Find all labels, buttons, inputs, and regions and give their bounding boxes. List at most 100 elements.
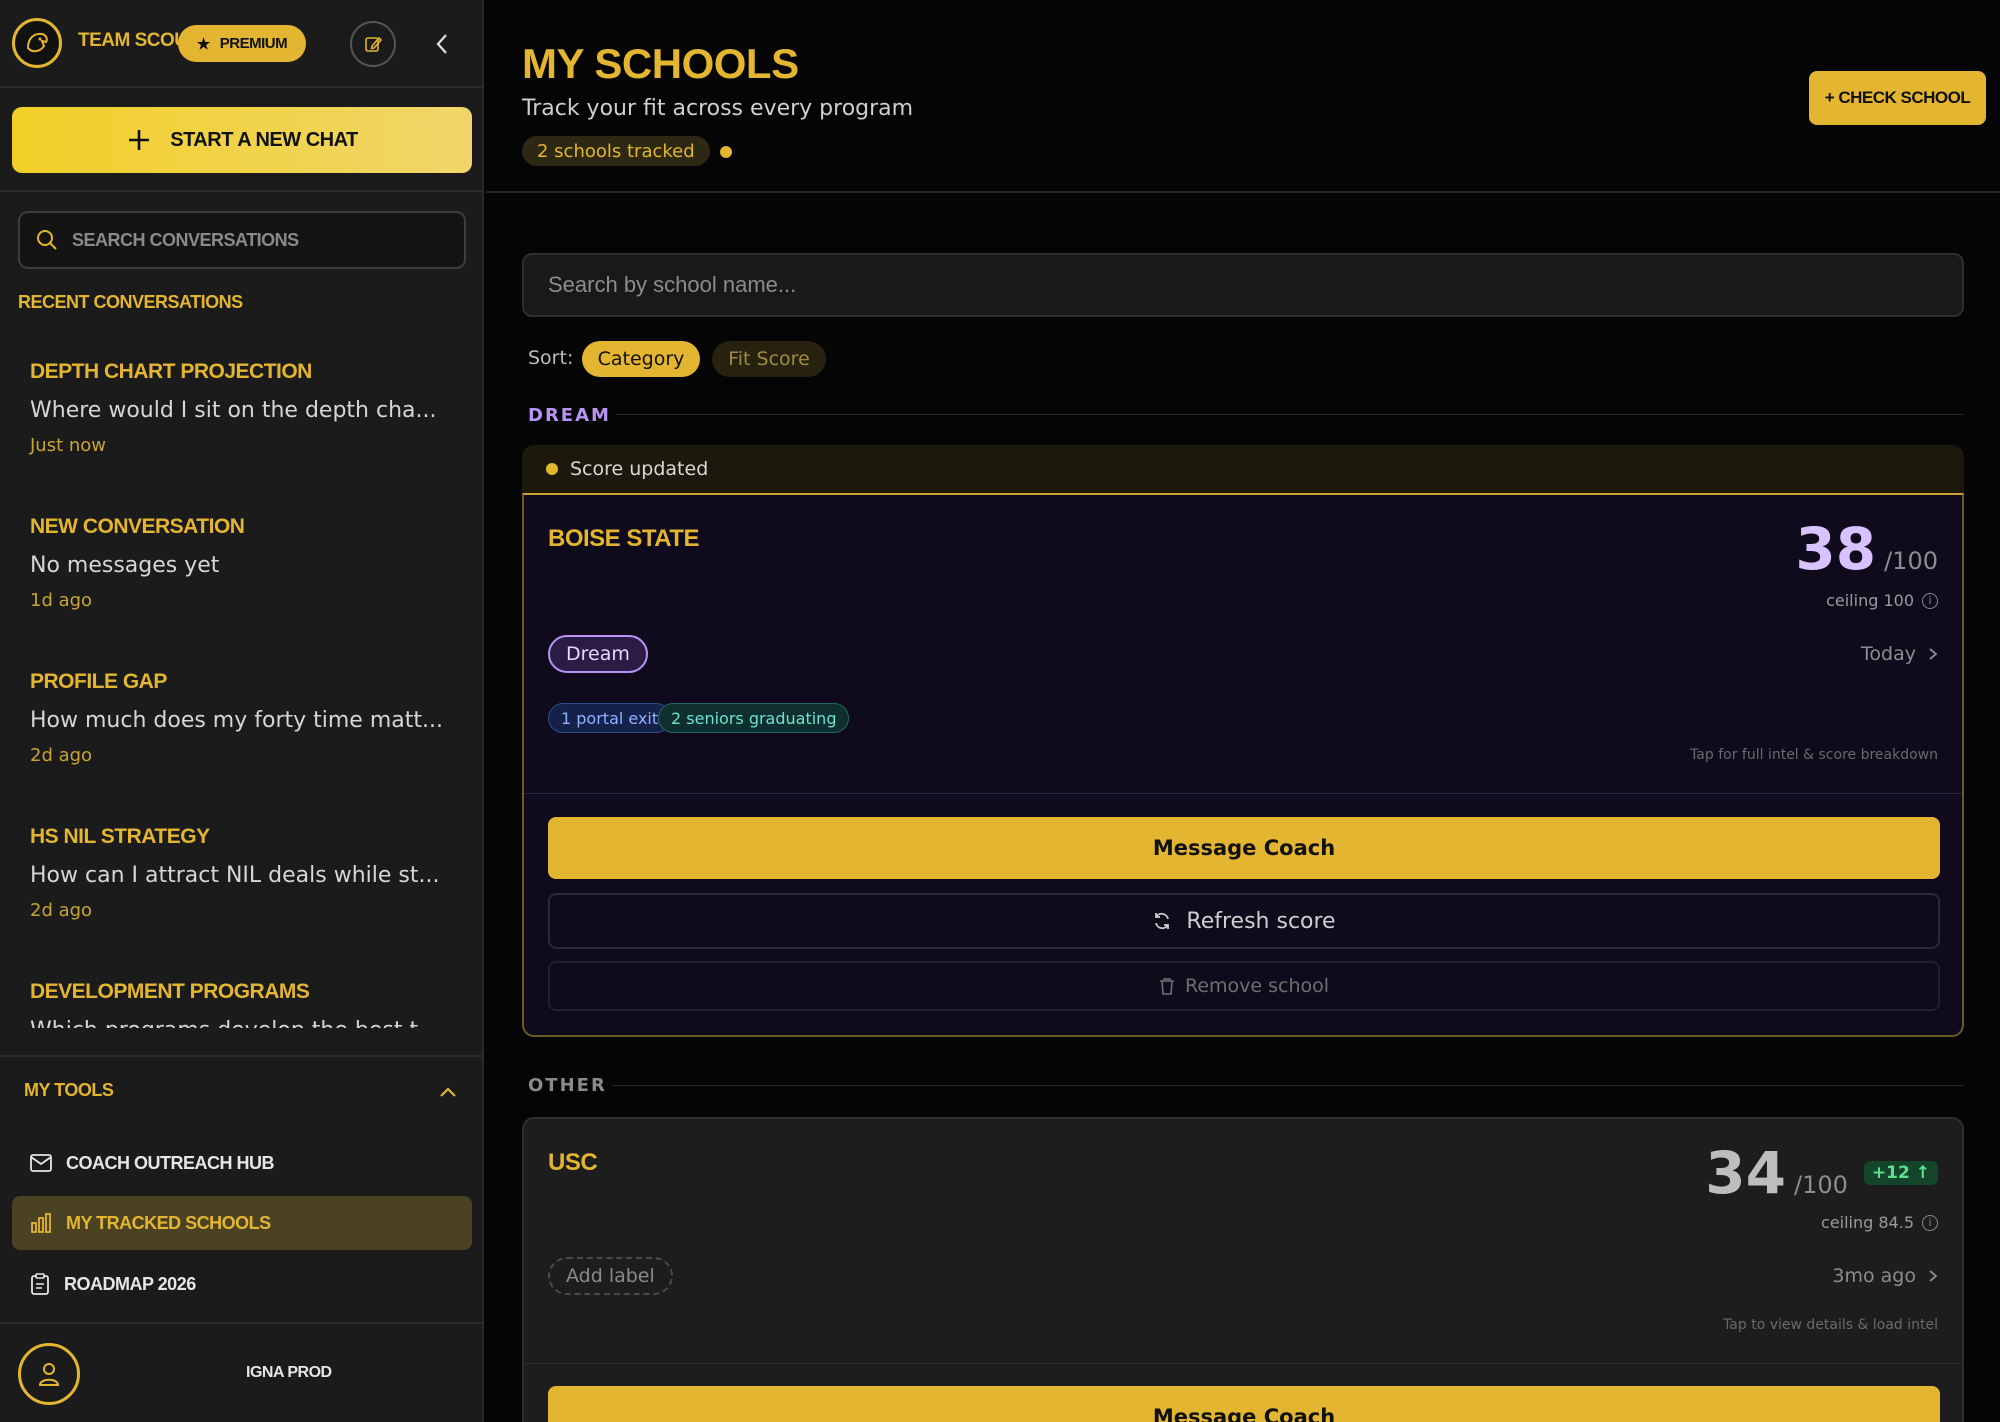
tool-my-tracked-schools[interactable]: MY TRACKED SCHOOLS (12, 1196, 472, 1250)
fit-score: 38 /100 (1795, 515, 1938, 583)
chevron-up-icon (440, 1087, 456, 1097)
conversation-item[interactable]: PROFILE GAP How much does my forty time … (0, 650, 484, 805)
conversation-search-input[interactable] (72, 229, 432, 251)
conversation-list: DEPTH CHART PROJECTION Where would I sit… (0, 340, 484, 1028)
recent-conversations-heading: RECENT CONVERSATIONS (18, 292, 243, 312)
conversation-title: DEPTH CHART PROJECTION (30, 360, 312, 383)
intel-tag-portal: 1 portal exit (548, 703, 672, 733)
last-updated-text: Today (1861, 643, 1916, 665)
tool-roadmap-2026[interactable]: ROADMAP 2026 (12, 1257, 472, 1311)
group-divider (616, 414, 1964, 415)
mascot-icon (26, 32, 48, 53)
chevron-right-icon (1929, 1270, 1938, 1282)
tools-collapse-toggle[interactable] (436, 1080, 460, 1104)
conversation-item[interactable]: HS NIL STRATEGY How can I attract NIL de… (0, 805, 484, 960)
ceiling-value: ceiling 84.5 i (1821, 1213, 1938, 1232)
chevron-left-icon (436, 34, 447, 54)
banner-text: Score updated (570, 458, 709, 480)
conversation-item[interactable]: DEPTH CHART PROJECTION Where would I sit… (0, 340, 484, 495)
last-updated-text: 3mo ago (1832, 1265, 1916, 1287)
conversation-title: HS NIL STRATEGY (30, 825, 210, 848)
ceiling-text: ceiling 100 (1826, 591, 1914, 610)
school-search-input[interactable] (522, 253, 1964, 317)
score-updated-banner: Score updated (522, 445, 1964, 493)
school-card-boise-state[interactable]: BOISE STATE 38 /100 ceiling 100 i Dream … (522, 493, 1964, 1037)
status-dot (720, 146, 732, 158)
info-icon[interactable]: i (1922, 592, 1938, 609)
schools-tracked-badge: 2 schools tracked (522, 136, 710, 166)
star-icon: ★ (196, 35, 210, 53)
conversation-item[interactable]: DEVELOPMENT PROGRAMS Which programs deve… (0, 960, 484, 1028)
conversation-time: 1d ago (30, 590, 93, 611)
tool-label: COACH OUTREACH HUB (66, 1152, 275, 1173)
ceiling-text: ceiling 84.5 (1821, 1213, 1914, 1232)
refresh-score-button[interactable]: Refresh score (548, 893, 1940, 949)
category-label[interactable]: Dream (548, 635, 648, 673)
conversation-preview: No messages yet (30, 553, 220, 578)
tool-coach-outreach-hub[interactable]: COACH OUTREACH HUB (12, 1136, 472, 1190)
divider (0, 1322, 484, 1324)
divider (524, 1363, 1962, 1364)
sort-fit-score-button[interactable]: Fit Score (712, 341, 826, 377)
refresh-label: Refresh score (1186, 908, 1336, 934)
divider (0, 190, 484, 192)
info-icon[interactable]: i (1922, 1214, 1938, 1231)
premium-label: PREMIUM (219, 35, 288, 52)
score-change-badge: +12 ↑ (1863, 1161, 1938, 1185)
message-coach-button[interactable]: Message Coach (548, 1386, 1940, 1422)
conversation-title: NEW CONVERSATION (30, 515, 245, 538)
conversation-title: DEVELOPMENT PROGRAMS (30, 980, 310, 1003)
team-logo[interactable] (12, 18, 62, 68)
sort-label: Sort: (528, 347, 574, 369)
conversation-preview: How much does my forty time matt... (30, 708, 443, 733)
group-divider (612, 1085, 1964, 1086)
school-name: USC (548, 1149, 598, 1176)
last-updated[interactable]: Today (1861, 643, 1938, 665)
group-heading-other: OTHER (528, 1075, 607, 1096)
sidebar-header: TEAM SCOUT ★ PREMIUM (0, 0, 484, 88)
divider (524, 793, 1962, 794)
start-new-chat-label: START A NEW CHAT (170, 128, 358, 151)
sidebar: TEAM SCOUT ★ PREMIUM START A NEW CHAT SE… (0, 0, 484, 1422)
fit-score: 34 /100 +12 ↑ (1705, 1139, 1938, 1207)
user-icon (38, 1363, 60, 1386)
conversation-preview: How can I attract NIL deals while st... (30, 863, 440, 888)
last-updated[interactable]: 3mo ago (1832, 1265, 1938, 1287)
compose-button[interactable] (350, 21, 396, 67)
tool-label: MY TRACKED SCHOOLS (66, 1212, 271, 1233)
conversation-title: PROFILE GAP (30, 670, 167, 693)
bar-chart-icon (31, 1213, 51, 1233)
tap-hint: Tap to view details & load intel (1723, 1317, 1938, 1333)
user-name: IGNA PROD (246, 1364, 332, 1381)
tool-label: ROADMAP 2026 (64, 1273, 196, 1294)
tap-hint: Tap for full intel & score breakdown (1690, 747, 1938, 763)
collapse-sidebar-button[interactable] (428, 28, 456, 60)
remove-school-button[interactable]: Remove school (548, 961, 1940, 1011)
check-school-button[interactable]: + CHECK SCHOOL (1809, 71, 1986, 125)
status-dot (546, 463, 558, 475)
conversation-preview: Which programs develop the best t... (30, 1018, 484, 1028)
message-coach-button[interactable]: Message Coach (548, 817, 1940, 879)
search-icon (37, 230, 57, 250)
divider (0, 1055, 484, 1057)
add-label-button[interactable]: Add label (548, 1257, 673, 1295)
divider (486, 191, 2000, 193)
chevron-right-icon (1929, 648, 1938, 660)
edit-icon (365, 36, 383, 52)
remove-label: Remove school (1184, 975, 1330, 997)
conversation-search[interactable] (18, 211, 466, 269)
group-heading-dream: DREAM (528, 405, 611, 426)
clipboard-icon (31, 1273, 49, 1295)
start-new-chat-button[interactable]: START A NEW CHAT (12, 107, 472, 173)
avatar[interactable] (18, 1343, 80, 1405)
score-max: /100 (1794, 1171, 1848, 1199)
score-max: /100 (1884, 547, 1938, 575)
sort-category-button[interactable]: Category (582, 341, 700, 377)
trash-icon (1159, 978, 1174, 995)
school-card-usc[interactable]: USC 34 /100 +12 ↑ ceiling 84.5 i Add lab… (522, 1117, 1964, 1422)
intel-tag-seniors: 2 seniors graduating (658, 703, 850, 733)
conversation-item[interactable]: NEW CONVERSATION No messages yet 1d ago (0, 495, 484, 650)
mail-icon (30, 1154, 52, 1172)
page-title: MY SCHOOLS (522, 40, 799, 87)
plus-icon (129, 130, 150, 150)
